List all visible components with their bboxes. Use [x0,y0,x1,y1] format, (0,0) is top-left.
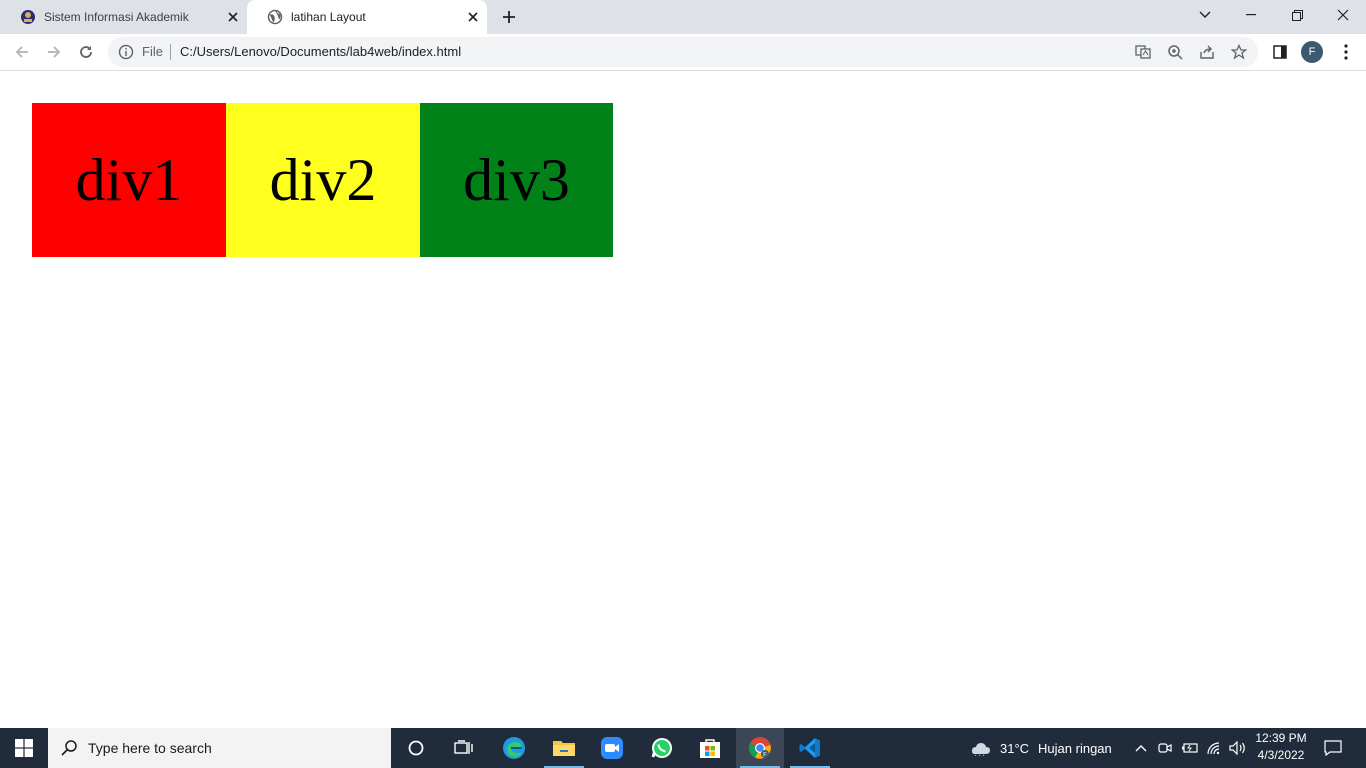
browser-toolbar: File C:/Users/Lenovo/Documents/lab4web/i… [0,34,1366,71]
university-logo-icon [20,9,36,25]
div3-box: div3 [420,103,613,257]
scheme-label: File [142,44,163,59]
address-bar[interactable]: File C:/Users/Lenovo/Documents/lab4web/i… [108,37,1258,67]
menu-kebab-icon[interactable] [1336,42,1356,62]
tab-sistem-informasi-akademik[interactable]: Sistem Informasi Akademik [0,0,247,34]
battery-icon[interactable] [1180,728,1200,768]
tab-latihan-layout[interactable]: latihan Layout [247,0,487,34]
weather-widget[interactable]: 31°C Hujan ringan [1000,728,1112,768]
cortana-icon[interactable] [392,728,440,768]
wifi-icon[interactable] [1205,728,1223,768]
page-viewport: div1 div2 div3 [0,72,1366,728]
close-tab-icon[interactable] [463,7,483,27]
minimize-button[interactable] [1228,0,1274,30]
close-tab-icon[interactable] [223,7,243,27]
reload-button[interactable] [72,38,100,66]
chrome-icon[interactable]: F [736,728,784,768]
search-icon [60,739,78,757]
clock-date: 4/3/2022 [1257,748,1305,762]
profile-avatar[interactable]: F [1301,41,1323,63]
div2-box: div2 [226,103,420,257]
search-placeholder: Type here to search [88,740,212,756]
globe-icon [267,9,283,25]
weather-cloud-icon[interactable] [968,728,992,768]
volume-icon[interactable] [1228,728,1248,768]
weather-temperature: 31°C [1000,740,1030,756]
taskbar-clock[interactable]: 12:39 PM 4/3/2022 [1250,730,1312,764]
clock-time: 12:39 PM [1255,731,1307,745]
weather-condition: Hujan ringan [1038,740,1112,756]
back-button[interactable] [8,38,36,66]
store-icon[interactable] [686,728,734,768]
notifications-icon[interactable] [1318,728,1348,768]
file-explorer-icon[interactable] [540,728,588,768]
close-window-button[interactable] [1320,0,1366,30]
start-button[interactable] [0,728,48,768]
task-view-icon[interactable] [440,728,488,768]
windows-logo-icon [15,739,33,757]
info-icon[interactable] [118,44,134,60]
tab-strip: Sistem Informasi Akademik latihan Layout [0,0,1366,34]
show-hidden-icons-chevron-icon[interactable] [1132,728,1150,768]
tab-search-button[interactable] [1182,0,1228,30]
div1-box: div1 [32,103,226,257]
taskbar-search-box[interactable]: Type here to search [48,728,391,768]
windows-taskbar: Type here to search F 31°C Hujan ringan [0,728,1366,768]
tab-title: latihan Layout [291,10,366,24]
restore-button[interactable] [1274,0,1320,30]
tab-title: Sistem Informasi Akademik [44,10,189,24]
zoom-icon[interactable] [1166,43,1184,61]
bookmark-star-icon[interactable] [1230,43,1248,61]
side-panel-icon[interactable] [1270,42,1290,62]
new-tab-button[interactable] [497,5,521,29]
whatsapp-icon[interactable] [638,728,686,768]
forward-button[interactable] [40,38,68,66]
zoom-icon[interactable] [588,728,636,768]
svg-text:F: F [763,753,767,759]
url-text[interactable]: C:/Users/Lenovo/Documents/lab4web/index.… [180,44,461,59]
edge-icon[interactable] [490,728,538,768]
share-icon[interactable] [1198,43,1216,61]
translate-icon[interactable] [1134,43,1152,61]
vscode-icon[interactable] [786,728,834,768]
divider [170,44,171,60]
meet-now-icon[interactable] [1156,728,1174,768]
